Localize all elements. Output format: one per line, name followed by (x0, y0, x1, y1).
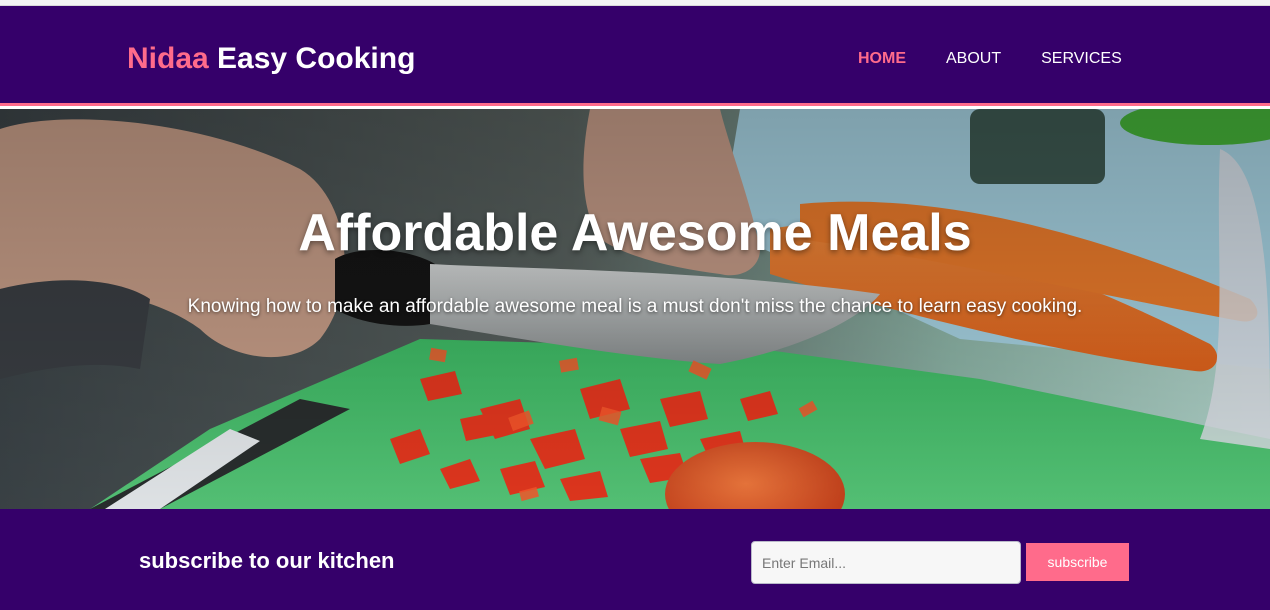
site-header: Nidaa Easy Cooking Home About Services (0, 6, 1270, 106)
site-logo[interactable]: Nidaa Easy Cooking (127, 42, 415, 76)
logo-text: Easy Cooking (208, 42, 416, 75)
subscribe-section: subscribe to our kitchen subscribe (0, 509, 1270, 610)
hero-title: Affordable Awesome Meals (298, 204, 972, 262)
hero-section: Affordable Awesome Meals Knowing how to … (0, 109, 1270, 509)
hero-description: Knowing how to make an affordable awesom… (187, 296, 1083, 317)
nav-home[interactable]: Home (858, 50, 906, 68)
main-nav: Home About Services (858, 50, 1162, 68)
subscribe-heading: subscribe to our kitchen (139, 548, 395, 573)
subscribe-button[interactable]: subscribe (1026, 543, 1129, 581)
logo-highlight: Nidaa (127, 42, 209, 75)
nav-about[interactable]: About (946, 50, 1001, 68)
email-input[interactable] (751, 541, 1021, 584)
nav-services[interactable]: Services (1041, 50, 1122, 68)
